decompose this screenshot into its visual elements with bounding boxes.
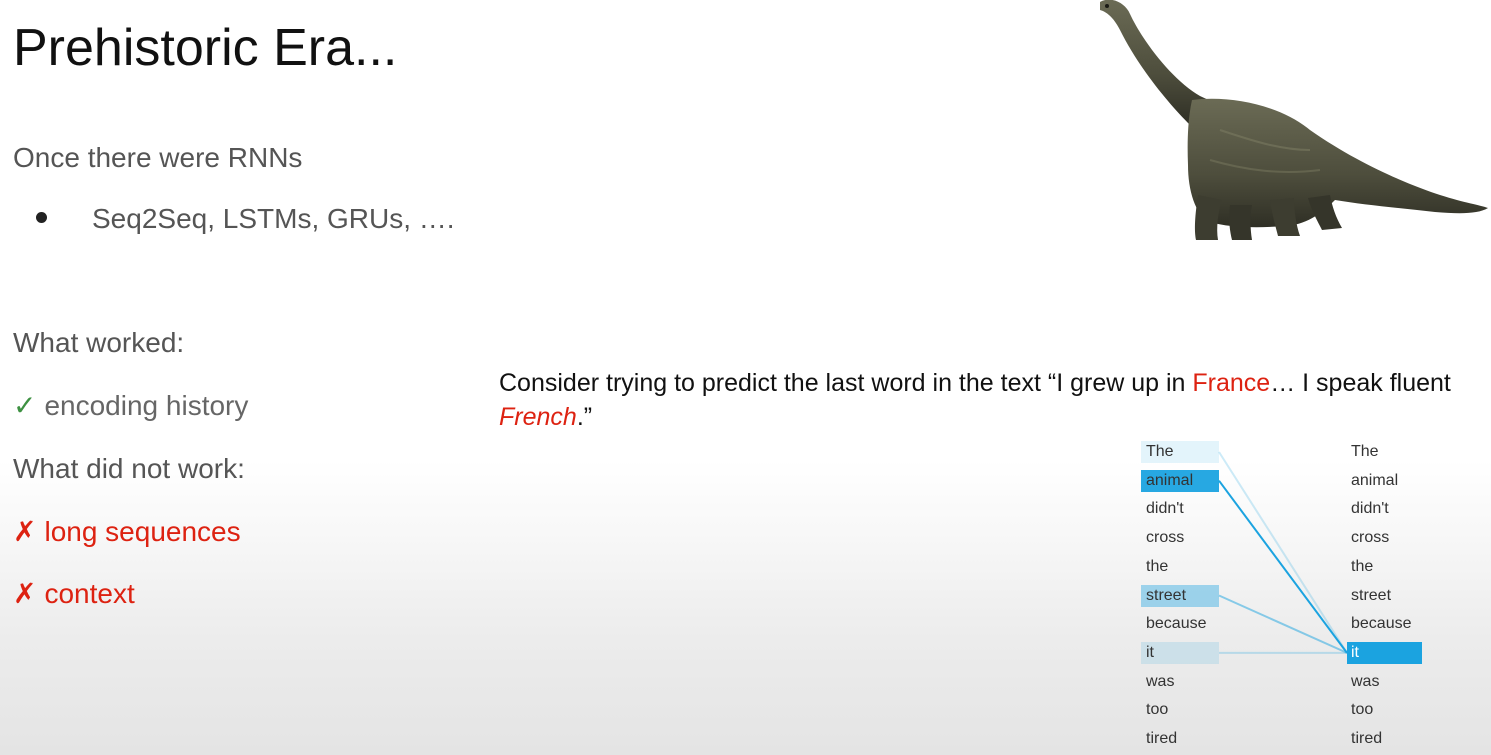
not-worked-heading: What did not work:	[13, 453, 245, 484]
attention-word-left: cross	[1146, 529, 1185, 547]
worked-item: ✓ encoding history	[13, 389, 248, 422]
worked-heading: What worked:	[13, 327, 185, 358]
attention-word-left: The	[1146, 443, 1174, 460]
cross-icon: ✗	[13, 578, 37, 609]
not-worked-item-text: context	[44, 578, 135, 609]
attention-word-right: tired	[1351, 730, 1383, 747]
attention-line	[1218, 451, 1348, 654]
bullet-dot-icon	[36, 212, 47, 223]
not-worked-item: ✗ long sequences	[13, 515, 241, 548]
french-highlight: French	[499, 403, 577, 431]
attention-word-right: it	[1351, 643, 1359, 661]
france-highlight: France	[1192, 369, 1271, 397]
attention-word-right: street	[1351, 586, 1392, 604]
attention-word-right: The	[1351, 443, 1379, 460]
subtitle: Once there were RNNs	[13, 142, 303, 173]
attention-word-left: because	[1146, 615, 1207, 633]
attention-word-left: it	[1146, 643, 1154, 661]
not-worked-item-text: long sequences	[44, 516, 241, 547]
attention-word-left: animal	[1146, 471, 1194, 489]
attention-word-right: because	[1351, 615, 1412, 633]
bullet-text: Seq2Seq, LSTMs, GRUs, ….	[92, 203, 455, 234]
attention-word-left: tired	[1146, 730, 1178, 747]
attention-word-right: the	[1351, 557, 1374, 575]
check-icon: ✓	[13, 390, 37, 421]
attention-word-right: too	[1351, 701, 1374, 719]
consider-part-2: … I speak fluent	[1270, 369, 1451, 397]
attention-word-right: was	[1351, 672, 1380, 690]
attention-word-left: street	[1146, 586, 1187, 604]
attention-word-left: didn't	[1146, 500, 1184, 518]
attention-word-left: the	[1146, 557, 1169, 575]
attention-line	[1218, 480, 1348, 654]
worked-item-text: encoding history	[44, 390, 249, 421]
attention-word-right: animal	[1351, 471, 1399, 489]
attention-word-right: cross	[1351, 529, 1390, 547]
consider-part-3: .”	[576, 403, 593, 431]
attention-word-left: too	[1146, 701, 1169, 719]
attention-word-left: was	[1146, 672, 1175, 690]
not-worked-item: ✗ context	[13, 577, 135, 610]
attention-diagram: The animal didn't cross the street because it wa…	[1130, 438, 1440, 755]
attention-word-right: didn't	[1351, 500, 1389, 518]
dinosaur-icon	[1100, 0, 1488, 240]
cross-icon: ✗	[13, 516, 37, 547]
consider-text: Consider trying to predict the last word…	[499, 366, 1459, 434]
consider-part-1: Consider trying to predict the last word…	[499, 369, 1193, 397]
slide-title: Prehistoric Era...	[13, 19, 398, 77]
